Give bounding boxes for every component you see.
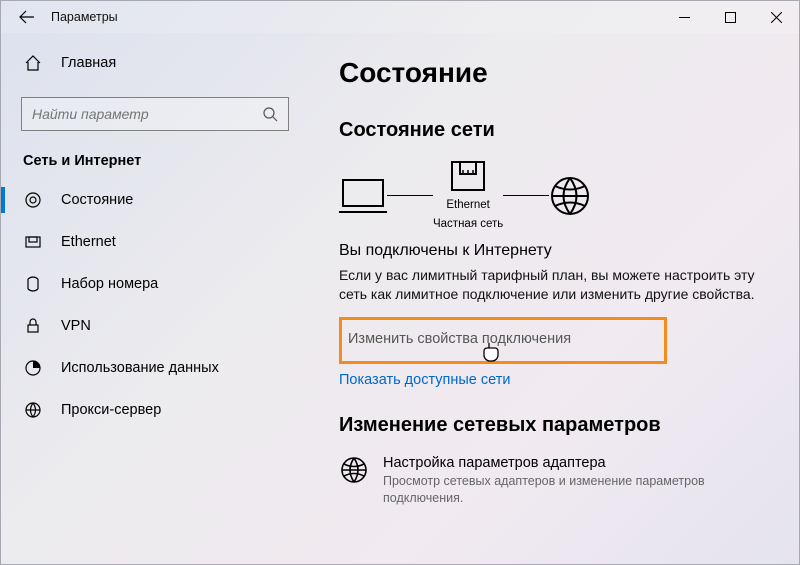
connected-text: Если у вас лимитный тарифный план, вы мо… [339,266,759,305]
sidebar-item-status[interactable]: Состояние [1,179,309,221]
vpn-icon [23,317,43,335]
diagram-line [387,195,433,196]
connected-heading: Вы подключены к Интернету [339,242,771,260]
change-connection-properties-link[interactable]: Изменить свойства подключения [348,331,571,347]
adapter-title: Настройка параметров адаптера [383,455,723,471]
adapter-desc: Просмотр сетевых адаптеров и изменение п… [383,473,723,507]
diagram-center-bottom: Частная сеть [433,217,503,232]
computer-icon [339,176,387,216]
diagram-center-top: Ethernet [446,198,489,213]
network-diagram: Ethernet Частная сеть [339,160,771,232]
sidebar-item-label: Прокси-сервер [61,402,161,418]
cursor-icon [482,342,500,364]
home-icon [23,54,43,72]
diagram-line [503,195,549,196]
maximize-button[interactable] [707,1,753,33]
sidebar-item-label: Набор номера [61,276,158,292]
minimize-button[interactable] [661,1,707,33]
status-icon [23,191,43,209]
sidebar-item-data-usage[interactable]: Использование данных [1,347,309,389]
sidebar-home-label: Главная [61,55,116,71]
title-bar: Параметры [1,1,799,33]
ethernet-port-icon [450,160,486,194]
sidebar-item-ethernet[interactable]: Ethernet [1,221,309,263]
sidebar-item-proxy[interactable]: Прокси-сервер [1,389,309,431]
sidebar-item-label: Использование данных [61,360,219,376]
close-icon [771,12,782,23]
sidebar-item-dialup[interactable]: Набор номера [1,263,309,305]
globe-icon [549,175,591,217]
page-title: Состояние [339,57,771,89]
minimize-icon [679,12,690,23]
change-network-settings-heading: Изменение сетевых параметров [339,414,771,437]
show-available-networks-link[interactable]: Показать доступные сети [339,372,771,388]
window-title: Параметры [45,10,118,24]
sidebar-item-label: Ethernet [61,234,116,250]
window-controls [661,1,799,33]
ethernet-icon [23,233,43,251]
proxy-icon [23,401,43,419]
search-box[interactable] [21,97,289,131]
sidebar-home[interactable]: Главная [1,43,309,83]
data-usage-icon [23,359,43,377]
sidebar-item-label: Состояние [61,192,133,208]
search-icon [262,106,278,122]
arrow-left-icon [19,9,35,25]
content-pane: Состояние Состояние сети Ethernet Частна… [309,33,799,564]
network-status-heading: Состояние сети [339,119,771,142]
close-button[interactable] [753,1,799,33]
maximize-icon [725,12,736,23]
adapter-globe-icon [339,455,369,507]
dialup-icon [23,275,43,293]
highlight-box: Изменить свойства подключения [339,317,667,364]
sidebar-section-title: Сеть и Интернет [1,139,309,179]
sidebar-item-vpn[interactable]: VPN [1,305,309,347]
back-button[interactable] [9,1,45,33]
search-input[interactable] [32,106,262,122]
sidebar: Главная Сеть и Интернет Состояние Ethern… [1,33,309,564]
sidebar-item-label: VPN [61,318,91,334]
adapter-settings-item[interactable]: Настройка параметров адаптера Просмотр с… [339,455,771,507]
